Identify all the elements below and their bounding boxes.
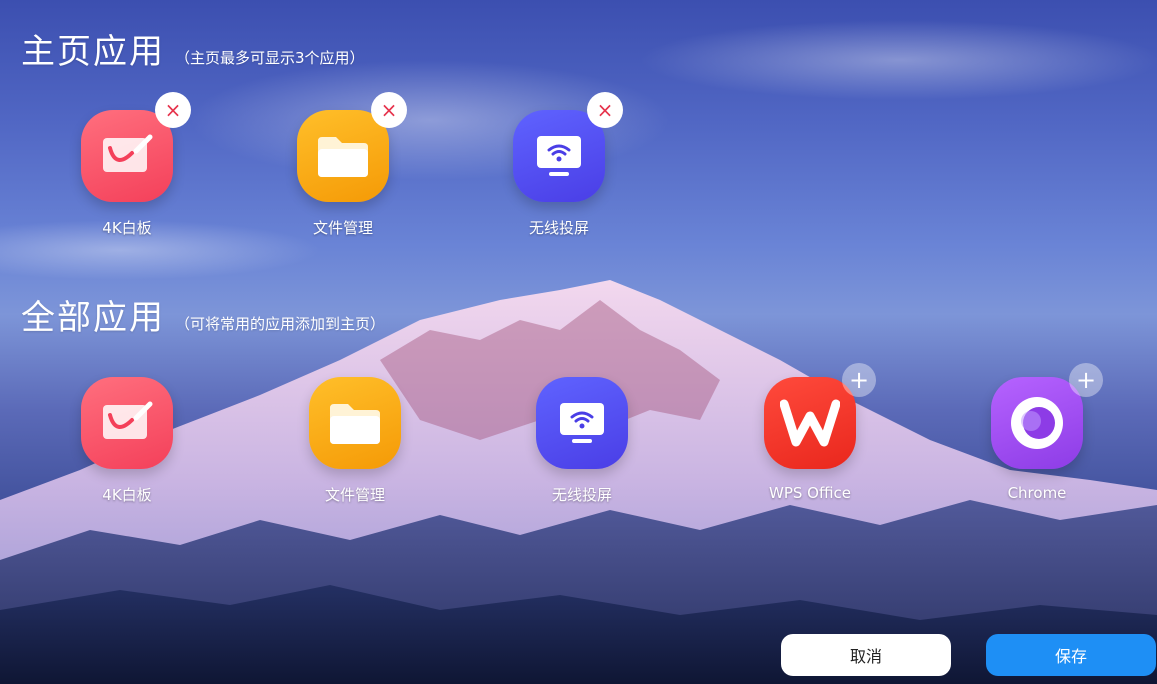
remove-icon: ×	[380, 98, 398, 122]
remove-icon: ×	[164, 98, 182, 122]
home-apps-header: 主页应用 （主页最多可显示3个应用）	[21, 24, 365, 73]
cancel-button[interactable]: 取消	[781, 634, 951, 676]
all-app-chrome[interactable]: + Chrome	[977, 363, 1103, 502]
all-app-file-manager[interactable]: 文件管理	[295, 377, 415, 505]
app-label: 无线投屏	[551, 486, 612, 504]
all-app-wireless-cast[interactable]: 无线投屏	[522, 377, 642, 505]
folder-icon	[309, 377, 401, 469]
all-apps-hint: （可将常用的应用添加到主页）	[175, 315, 386, 333]
whiteboard-icon	[81, 377, 173, 469]
add-icon: +	[848, 366, 870, 394]
app-settings-screen: 主页应用 （主页最多可显示3个应用） × 4K白板 × 文件管理 × 无线投屏 …	[0, 0, 1157, 684]
folder-icon	[297, 110, 389, 202]
remove-file-manager-button[interactable]: ×	[371, 92, 407, 128]
app-label: 4K白板	[102, 219, 152, 237]
wireless-cast-icon	[513, 110, 605, 202]
app-label: 无线投屏	[528, 219, 589, 237]
all-app-whiteboard[interactable]: 4K白板	[67, 377, 187, 505]
remove-wireless-cast-button[interactable]: ×	[587, 92, 623, 128]
app-label: Chrome	[1007, 484, 1067, 502]
remove-whiteboard-button[interactable]: ×	[155, 92, 191, 128]
whiteboard-icon	[81, 110, 173, 202]
app-label: 4K白板	[102, 486, 152, 504]
home-apps-hint: （主页最多可显示3个应用）	[175, 49, 365, 67]
add-chrome-button[interactable]: +	[1069, 363, 1103, 397]
home-app-wireless-cast[interactable]: × 无线投屏	[499, 92, 623, 238]
app-label: WPS Office	[769, 484, 851, 502]
home-apps-title: 主页应用	[21, 32, 165, 72]
chrome-ring-icon	[991, 377, 1083, 469]
wps-icon	[764, 377, 856, 469]
all-app-wps-office[interactable]: + WPS Office	[750, 363, 876, 502]
app-label: 文件管理	[312, 219, 373, 237]
all-apps-header: 全部应用 （可将常用的应用添加到主页）	[21, 290, 385, 339]
wireless-cast-icon	[536, 377, 628, 469]
home-app-file-manager[interactable]: × 文件管理	[283, 92, 407, 238]
remove-icon: ×	[596, 98, 614, 122]
home-app-whiteboard[interactable]: × 4K白板	[67, 92, 191, 238]
add-wps-office-button[interactable]: +	[842, 363, 876, 397]
all-apps-title: 全部应用	[21, 298, 165, 338]
app-label: 文件管理	[324, 486, 385, 504]
add-icon: +	[1075, 366, 1097, 394]
save-button[interactable]: 保存	[986, 634, 1156, 676]
